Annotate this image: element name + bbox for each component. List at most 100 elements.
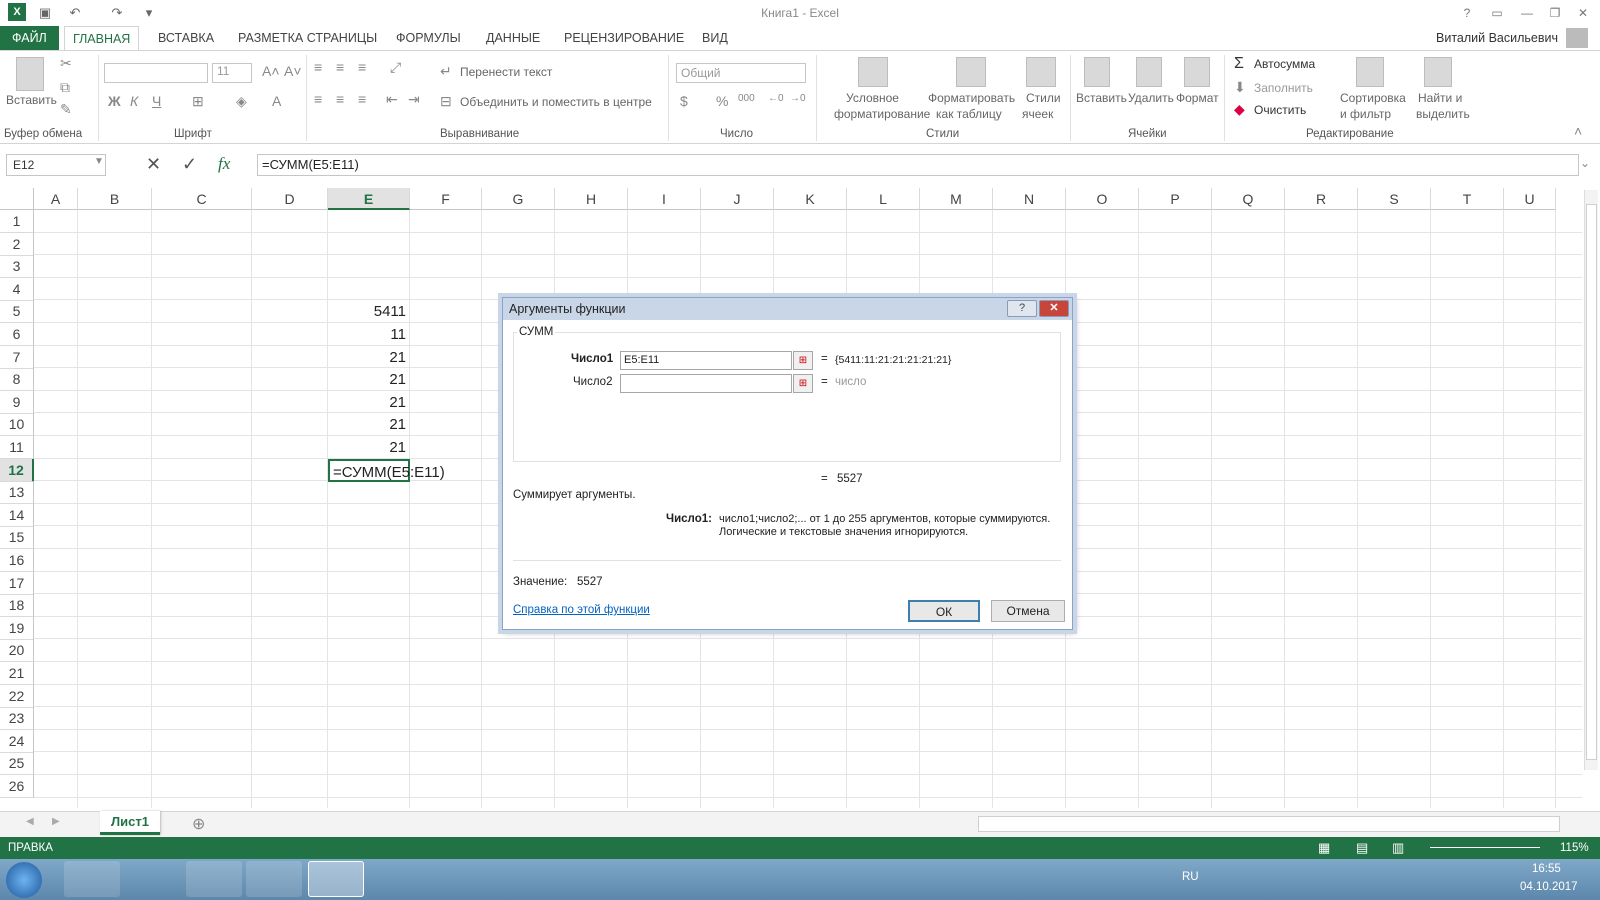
currency-icon[interactable]: $: [680, 93, 688, 109]
avatar[interactable]: [1566, 28, 1588, 48]
column-header-e[interactable]: E: [328, 188, 410, 210]
row-header-2[interactable]: 2: [0, 232, 34, 256]
clear-button[interactable]: Очистить: [1254, 103, 1306, 117]
delete-cells-button[interactable]: Удалить: [1128, 91, 1174, 105]
prev-sheet-icon[interactable]: ◀: [26, 816, 34, 827]
arg1-collapse-icon[interactable]: ⊞: [793, 351, 813, 370]
close-icon[interactable]: ✕: [1572, 4, 1594, 22]
cell-e5[interactable]: 5411: [328, 300, 406, 323]
conditional-format-label-1[interactable]: Условное: [846, 91, 899, 105]
vertical-scrollbar[interactable]: [1584, 190, 1598, 770]
font-size-input[interactable]: 11: [212, 63, 252, 83]
row-header-16[interactable]: 16: [0, 549, 34, 572]
tab-data[interactable]: ДАННЫЕ: [478, 26, 548, 50]
cell-e11[interactable]: 21: [328, 436, 406, 459]
delete-cells-icon[interactable]: [1136, 57, 1162, 87]
bold-button[interactable]: Ж: [108, 93, 121, 109]
mail-ru-icon[interactable]: [126, 861, 182, 897]
fill-button[interactable]: Заполнить: [1254, 81, 1313, 95]
formula-input[interactable]: =СУММ(E5:E11): [257, 154, 1579, 176]
row-header-23[interactable]: 23: [0, 707, 34, 731]
thousands-icon[interactable]: 000: [738, 93, 755, 104]
row-header-3[interactable]: 3: [0, 255, 34, 279]
column-header-m[interactable]: M: [920, 188, 993, 210]
column-header-h[interactable]: H: [555, 188, 628, 210]
find-select-label-1[interactable]: Найти и: [1418, 91, 1462, 105]
name-box[interactable]: E12: [6, 154, 106, 176]
row-header-8[interactable]: 8: [0, 368, 34, 392]
row-header-25[interactable]: 25: [0, 752, 34, 776]
dialog-title[interactable]: Аргументы функции: [503, 298, 1072, 320]
normal-view-icon[interactable]: ▦: [1318, 837, 1330, 859]
column-header-r[interactable]: R: [1285, 188, 1358, 210]
row-header-13[interactable]: 13: [0, 481, 34, 505]
row-header-14[interactable]: 14: [0, 503, 34, 527]
tab-formulas[interactable]: ФОРМУЛЫ: [388, 26, 469, 50]
row-header-19[interactable]: 19: [0, 616, 34, 640]
grow-font-icon[interactable]: A˄: [262, 63, 280, 79]
tab-file[interactable]: ФАЙЛ: [0, 26, 59, 50]
yandex-browser-icon[interactable]: [186, 861, 242, 897]
increase-decimal-icon[interactable]: ←0: [768, 93, 784, 104]
align-bottom-icon[interactable]: ≡: [358, 59, 366, 75]
row-header-6[interactable]: 6: [0, 323, 34, 346]
sort-filter-label-2[interactable]: и фильтр: [1340, 107, 1391, 121]
tab-insert[interactable]: ВСТАВКА: [150, 26, 222, 50]
sort-filter-icon[interactable]: [1356, 57, 1384, 87]
language-indicator[interactable]: RU: [1182, 871, 1199, 883]
format-as-table-label-1[interactable]: Форматировать: [928, 91, 1015, 105]
row-header-24[interactable]: 24: [0, 729, 34, 753]
page-break-view-icon[interactable]: ▥: [1392, 837, 1404, 859]
ok-button[interactable]: ОК: [908, 600, 980, 622]
sheet-tab-list1[interactable]: Лист1: [100, 811, 160, 835]
align-left-icon[interactable]: ≡: [314, 91, 322, 107]
cell-e12[interactable]: =СУММ(E5:E11): [328, 458, 445, 482]
clock-date[interactable]: 04.10.2017: [1520, 881, 1578, 893]
horizontal-scrollbar[interactable]: [978, 816, 1560, 832]
next-sheet-icon[interactable]: ▶: [52, 816, 60, 827]
autosum-button[interactable]: Автосумма: [1254, 57, 1315, 71]
add-sheet-icon[interactable]: ⊕: [192, 814, 205, 834]
dialog-close-button[interactable]: ✕: [1039, 300, 1069, 317]
zoom-level[interactable]: 115%: [1560, 837, 1589, 859]
column-header-l[interactable]: L: [847, 188, 920, 210]
clock-time[interactable]: 16:55: [1532, 863, 1561, 875]
column-header-a[interactable]: A: [34, 188, 78, 210]
row-header-17[interactable]: 17: [0, 571, 34, 595]
cell-e7[interactable]: 21: [328, 346, 406, 369]
format-painter-icon[interactable]: ✎: [60, 101, 72, 118]
find-select-icon[interactable]: [1424, 57, 1452, 87]
align-top-icon[interactable]: ≡: [314, 59, 322, 75]
explorer-icon[interactable]: [64, 861, 120, 897]
row-header-18[interactable]: 18: [0, 594, 34, 618]
column-header-s[interactable]: S: [1358, 188, 1431, 210]
page-layout-view-icon[interactable]: ▤: [1356, 837, 1368, 859]
align-center-icon[interactable]: ≡: [336, 91, 344, 107]
column-header-k[interactable]: K: [774, 188, 847, 210]
collapse-ribbon-icon[interactable]: ˄: [1574, 123, 1582, 139]
row-header-12[interactable]: 12: [0, 458, 34, 482]
paste-button[interactable]: Вставить: [6, 93, 57, 107]
excel-taskbar-icon[interactable]: [308, 861, 364, 897]
arg2-collapse-icon[interactable]: ⊞: [793, 374, 813, 393]
maximize-icon[interactable]: ❐: [1544, 4, 1566, 22]
tab-view[interactable]: ВИД: [694, 26, 736, 50]
copy-icon[interactable]: ⧉: [60, 79, 70, 96]
format-as-table-icon[interactable]: [956, 57, 986, 87]
select-all-button[interactable]: [0, 188, 34, 210]
row-header-4[interactable]: 4: [0, 277, 34, 301]
insert-function-icon[interactable]: fx: [218, 154, 230, 174]
column-header-u[interactable]: U: [1504, 188, 1556, 210]
italic-button[interactable]: К: [130, 93, 138, 109]
tab-page-layout[interactable]: РАЗМЕТКА СТРАНИЦЫ: [230, 26, 385, 50]
minimize-icon[interactable]: —: [1516, 4, 1538, 22]
format-cells-button[interactable]: Формат: [1176, 91, 1219, 105]
align-right-icon[interactable]: ≡: [358, 91, 366, 107]
fill-color-icon[interactable]: ◈: [236, 93, 247, 110]
borders-icon[interactable]: ⊞: [192, 93, 204, 110]
row-header-9[interactable]: 9: [0, 390, 34, 414]
cell-styles-icon[interactable]: [1026, 57, 1056, 87]
align-middle-icon[interactable]: ≡: [336, 59, 344, 75]
arg2-input[interactable]: [620, 374, 792, 393]
merge-center-button[interactable]: Объединить и поместить в центре: [460, 95, 652, 109]
